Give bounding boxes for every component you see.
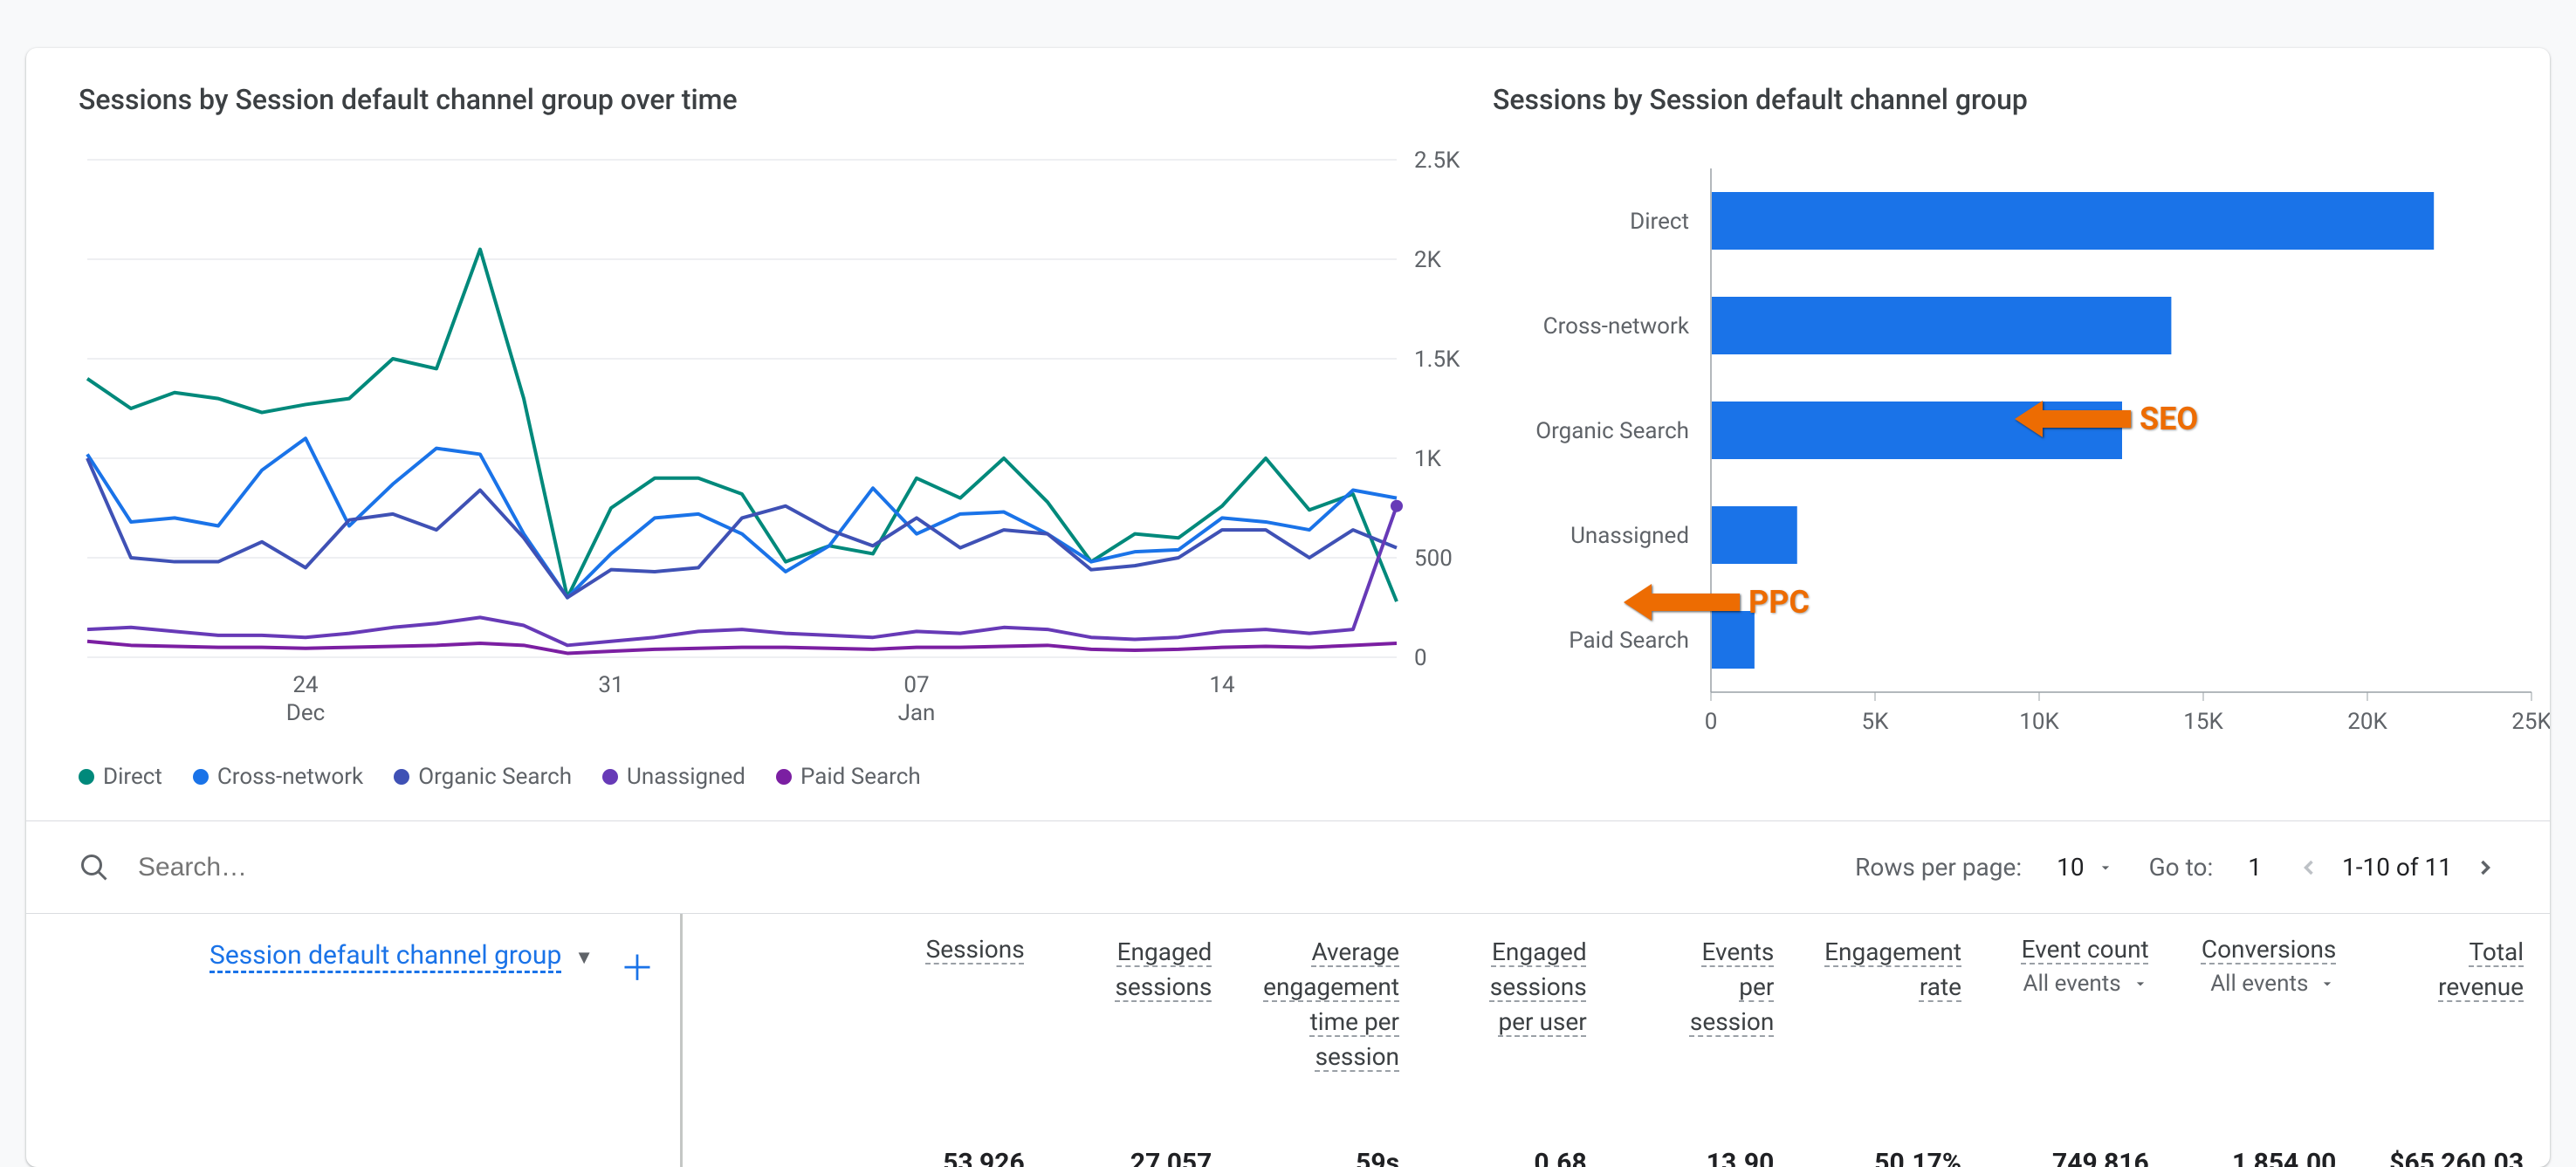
legend-dot-icon [394,769,409,785]
totals-cell: 1,854.00100% of total [2175,1148,2363,1167]
metric-selector[interactable]: All events [1988,971,2149,997]
metric-selector[interactable]: All events [2175,971,2337,997]
svg-text:Organic Search: Organic Search [1535,418,1689,444]
table-toolbar: Rows per page: 10 Go to: 1 1-10 of 11 [26,820,2550,913]
goto-label: Go to: [2149,853,2214,882]
page-range: 1-10 of 11 [2342,853,2452,882]
svg-text:2.5K: 2.5K [1414,151,1460,174]
svg-text:10K: 10K [2019,709,2059,735]
dimension-header-cell: Session default channel group ▼ ＋ [26,914,863,1074]
totals-cell: 749,816100% of total [1988,1148,2175,1167]
column-header[interactable]: ConversionsAll events [2175,935,2363,1074]
column-header[interactable]: Engaged sessions [1051,935,1239,1074]
svg-text:15K: 15K [2183,709,2223,735]
search-icon [79,852,110,883]
svg-text:Dec: Dec [286,700,325,726]
column-header[interactable]: Engagement rate [1800,935,1988,1074]
search-input[interactable] [136,852,1855,883]
caret-down-icon [2132,975,2149,992]
totals-cell: 50.17%Avg 0% [1800,1148,1988,1167]
legend-label: Organic Search [418,764,572,790]
legend-row: Direct Cross-network Organic Search Unassig… [79,764,1493,790]
svg-text:07: 07 [903,672,929,698]
legend-dot-icon [193,769,209,785]
line-chart[interactable]: 0 500 1K 1.5K 2K 2.5K 24Dec 31 07Jan 14 [79,151,1493,745]
totals-cell: $65,260.03100% of total [2362,1148,2550,1167]
column-header[interactable]: Engaged sessions per user [1425,935,1613,1074]
legend-item[interactable]: Cross-network [193,764,363,790]
chevron-right-icon[interactable] [2473,855,2497,880]
legend-dot-icon [79,769,94,785]
pager: Rows per page: 10 Go to: 1 1-10 of 11 [1855,853,2497,882]
legend-item[interactable]: Direct [79,764,162,790]
bar-chart[interactable]: Direct Cross-network Organic Search Unassig… [1493,151,2550,745]
svg-text:5K: 5K [1862,709,1890,735]
svg-text:31: 31 [598,672,623,698]
rows-per-page-label: Rows per page: [1855,853,2022,882]
caret-down-icon [2318,975,2336,992]
bar-chart-panel: Sessions by Session default channel grou… [1493,83,2550,790]
dimension-picker[interactable]: Session default channel group [210,940,561,971]
frozen-column-divider[interactable] [680,914,683,1167]
column-header[interactable]: Total revenue [2362,935,2550,1074]
legend-dot-icon [776,769,792,785]
line-chart-panel: Sessions by Session default channel grou… [79,83,1493,790]
totals-cell: 13.90Avg 0% [1613,1148,1801,1167]
legend-dot-icon [602,769,618,785]
legend-item[interactable]: Paid Search [776,764,921,790]
annotation-seo: SEO [2015,397,2198,441]
caret-down-icon[interactable]: ▼ [574,947,594,969]
svg-text:Cross-network: Cross-network [1543,313,1690,340]
line-chart-title: Sessions by Session default channel grou… [79,83,1493,116]
svg-text:2K: 2K [1414,247,1442,273]
svg-text:Jan: Jan [898,700,936,726]
caret-down-icon [2097,859,2114,876]
legend-label: Cross-network [217,764,363,790]
column-header[interactable]: Events per session [1613,935,1801,1074]
totals-cell: 59sAvg 0% [1238,1148,1425,1167]
annotation-ppc: PPC [1624,580,1810,624]
svg-text:1.5K: 1.5K [1414,347,1460,373]
column-header[interactable]: Average engagement time per session [1238,935,1425,1074]
totals-cell: 27,057100% of total [1051,1148,1239,1167]
svg-text:0: 0 [1414,645,1427,671]
analytics-card: Sessions by Session default channel grou… [26,48,2550,1167]
legend-item[interactable]: Unassigned [602,764,745,790]
svg-text:Direct: Direct [1630,209,1689,235]
svg-text:24: 24 [292,672,319,698]
legend-label: Direct [103,764,162,790]
chevron-left-icon[interactable] [2297,855,2321,880]
svg-text:Paid Search: Paid Search [1569,628,1689,654]
add-dimension-button[interactable]: ＋ [620,940,655,991]
bar-chart-title: Sessions by Session default channel grou… [1493,83,2550,116]
legend-item[interactable]: Organic Search [394,764,572,790]
svg-text:500: 500 [1414,546,1453,572]
svg-text:14: 14 [1209,672,1235,698]
goto-input[interactable]: 1 [2248,853,2262,882]
svg-text:Unassigned: Unassigned [1570,523,1689,549]
svg-text:0: 0 [1705,709,1718,735]
rows-per-page-select[interactable]: 10 [2057,853,2113,882]
svg-text:25K: 25K [2511,709,2550,735]
column-header[interactable]: Event countAll events [1988,935,2175,1074]
data-table: Session default channel group ▼ ＋ Sessio… [26,913,2550,1167]
svg-text:20K: 20K [2347,709,2387,735]
column-header[interactable]: Sessions [863,935,1051,1074]
totals-cell: 53,926% of total [863,1148,1051,1167]
totals-cell: 0.68Avg 0% [1425,1148,1613,1167]
legend-label: Unassigned [627,764,745,790]
legend-label: Paid Search [800,764,921,790]
svg-text:1K: 1K [1414,446,1442,472]
